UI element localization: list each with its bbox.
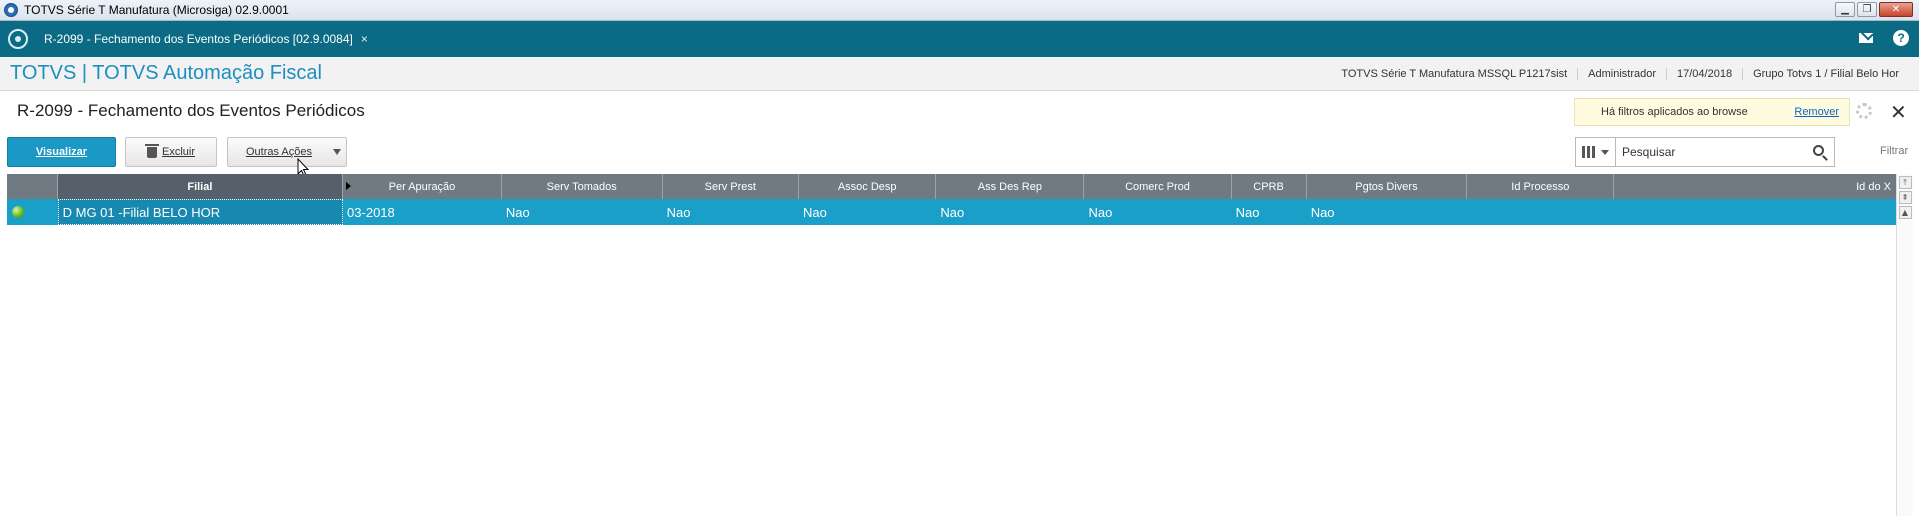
header-bar: TOTVS | TOTVS Automação Fiscal TOTVS Sér… xyxy=(0,57,1919,91)
mail-icon[interactable] xyxy=(1859,33,1873,43)
environment-label: TOTVS Série T Manufatura MSSQL P1217sist xyxy=(1341,68,1568,80)
grid-header-comerc-prod[interactable]: Comerc Prod xyxy=(1084,174,1232,199)
grid-header-pgtos-divers[interactable]: Pgtos Divers xyxy=(1307,174,1468,199)
scroll-page-up-icon[interactable]: ⇞ xyxy=(1898,191,1912,204)
tabbar-right-icons: ? xyxy=(1859,30,1909,46)
grid-header-serv-tomados[interactable]: Serv Tomados xyxy=(502,174,663,199)
cell-serv-prest[interactable]: Nao xyxy=(663,199,799,225)
help-icon[interactable]: ? xyxy=(1893,30,1909,46)
grid-header-cprb[interactable]: CPRB xyxy=(1232,174,1307,199)
maximize-button[interactable]: ❐ xyxy=(1857,2,1877,17)
grid-header-status xyxy=(7,174,58,199)
table-row[interactable]: D MG 01 -Filial BELO HOR 03-2018 Nao Nao… xyxy=(7,199,1897,225)
filter-notice-message: Há filtros aplicados ao browse xyxy=(1601,106,1748,118)
status-green-icon xyxy=(12,206,24,218)
excluir-button[interactable]: Excluir xyxy=(125,137,217,167)
cell-pgtos-divers[interactable]: Nao xyxy=(1307,199,1468,225)
grid-vertical-scrollbar[interactable]: ⤒ ⇞ ▲ xyxy=(1896,174,1913,516)
browse-grid: Filial Per Apuração Serv Tomados Serv Pr… xyxy=(7,174,1897,516)
search-input[interactable] xyxy=(1622,145,1812,159)
window-controls: ▁ ❐ ✕ xyxy=(1835,2,1913,17)
chevron-down-icon xyxy=(1601,149,1609,155)
scroll-top-icon[interactable]: ⤒ xyxy=(1898,176,1912,189)
filter-notice: Há filtros aplicados ao browse Remover xyxy=(1574,98,1850,126)
brand-title: TOTVS | TOTVS Automação Fiscal xyxy=(10,62,322,84)
filtrar-link[interactable]: Filtrar xyxy=(1880,145,1908,157)
trash-icon xyxy=(144,143,159,158)
branch-label[interactable]: Grupo Totvs 1 / Filial Belo Hor xyxy=(1742,68,1909,80)
grid-header-id-processo[interactable]: Id Processo xyxy=(1467,174,1615,199)
date-label: 17/04/2018 xyxy=(1666,68,1742,80)
grid-header-filial[interactable]: Filial xyxy=(57,174,344,199)
home-icon[interactable] xyxy=(8,29,28,49)
tab-bar: R-2099 - Fechamento dos Eventos Periódic… xyxy=(0,21,1919,57)
grid-header-per-apuracao[interactable]: Per Apuração xyxy=(343,174,502,199)
app-icon xyxy=(4,3,18,17)
cell-cprb[interactable]: Nao xyxy=(1232,199,1307,225)
grid-header-id-do-x[interactable]: Id do X xyxy=(1614,174,1897,199)
outras-acoes-button[interactable]: Outras Ações xyxy=(227,137,347,167)
row-status-cell xyxy=(7,199,58,225)
grid-header-serv-prest[interactable]: Serv Prest xyxy=(663,174,799,199)
cell-per-apuracao[interactable]: 03-2018 xyxy=(343,199,502,225)
chevron-down-icon xyxy=(333,149,341,155)
close-icon[interactable]: ✕ xyxy=(1890,100,1907,124)
scroll-up-icon[interactable]: ▲ xyxy=(1898,206,1912,219)
cell-id-processo[interactable] xyxy=(1467,199,1614,225)
grid-header-assoc-desp[interactable]: Assoc Desp xyxy=(799,174,937,199)
tab-close-icon[interactable]: × xyxy=(361,32,368,46)
search-box xyxy=(1575,137,1835,167)
minimize-button[interactable]: ▁ xyxy=(1835,2,1855,17)
search-icon[interactable] xyxy=(1813,145,1824,156)
gear-icon[interactable] xyxy=(1856,103,1872,119)
cell-filial[interactable]: D MG 01 -Filial BELO HOR xyxy=(57,199,344,225)
tab-label: R-2099 - Fechamento dos Eventos Periódic… xyxy=(44,32,353,46)
sort-arrow-icon xyxy=(346,182,352,190)
cell-serv-tomados[interactable]: Nao xyxy=(502,199,663,225)
excluir-label: Excluir xyxy=(161,146,195,158)
page-title: R-2099 - Fechamento dos Eventos Periódic… xyxy=(17,101,365,120)
cell-assoc-desp[interactable]: Nao xyxy=(799,199,936,225)
grid-header-per-apuracao-label: Per Apuração xyxy=(388,180,456,193)
column-selector-button[interactable] xyxy=(1576,138,1616,166)
cell-comerc-prod[interactable]: Nao xyxy=(1084,199,1231,225)
window-titlebar: TOTVS Série T Manufatura (Microsiga) 02.… xyxy=(0,0,1919,21)
window-title: TOTVS Série T Manufatura (Microsiga) 02.… xyxy=(24,3,289,17)
user-label: Administrador xyxy=(1577,68,1666,80)
tab-r2099[interactable]: R-2099 - Fechamento dos Eventos Periódic… xyxy=(44,21,378,57)
close-window-button[interactable]: ✕ xyxy=(1879,2,1913,17)
visualizar-button[interactable]: Visualizar xyxy=(7,137,116,167)
grid-header-ass-des-rep[interactable]: Ass Des Rep xyxy=(936,174,1085,199)
cell-id-do-x[interactable] xyxy=(1615,199,1897,225)
outras-acoes-label: Outras Ações xyxy=(245,146,313,158)
remove-filter-link[interactable]: Remover xyxy=(1794,106,1839,118)
cell-ass-des-rep[interactable]: Nao xyxy=(936,199,1084,225)
grid-header: Filial Per Apuração Serv Tomados Serv Pr… xyxy=(7,174,1897,199)
session-info: TOTVS Série T Manufatura MSSQL P1217sist… xyxy=(1331,57,1909,91)
